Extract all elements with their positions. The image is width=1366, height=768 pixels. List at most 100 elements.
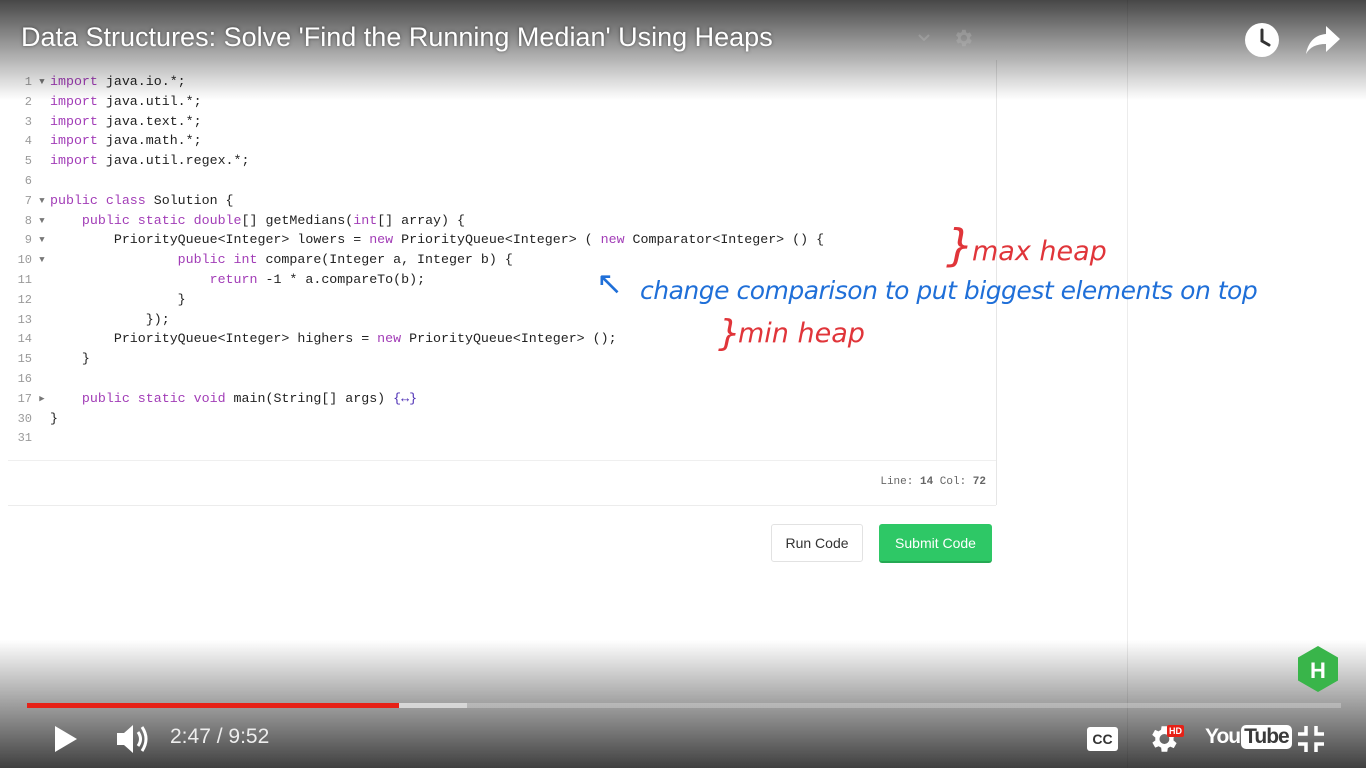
line-number: 16: [17, 372, 32, 386]
fullscreen-exit-icon[interactable]: [1296, 724, 1326, 754]
volume-icon[interactable]: [115, 722, 151, 756]
code-token: PriorityQueue<Integer> lowers =: [50, 232, 370, 248]
youtube-logo[interactable]: You Tube: [1205, 725, 1292, 749]
hd-badge: HD: [1167, 725, 1184, 737]
arrow-annotation: ↖: [596, 264, 623, 302]
min-heap-annotation: min heap: [738, 318, 865, 349]
code-token: PriorityQueue<Integer> highers =: [50, 331, 378, 347]
code-keyword: import: [50, 133, 98, 149]
fold-toggle-icon[interactable]: ▼: [36, 250, 48, 270]
editor-settings-icon: [956, 29, 972, 47]
code-text: }: [50, 290, 186, 310]
line-number: 11: [17, 273, 32, 287]
code-text: public static double[] getMedians(int[] …: [50, 211, 465, 231]
code-line[interactable]: 7 ▼ public class Solution {: [8, 191, 996, 211]
line-number: 7: [24, 193, 32, 208]
line-number: 14: [17, 332, 32, 347]
code-text: PriorityQueue<Integer> lowers = new Prio…: [50, 230, 824, 250]
line-number: 5: [24, 154, 32, 169]
code-token: java.util.regex.*;: [97, 153, 250, 169]
code-keyword: {↔}: [393, 390, 418, 406]
max-heap-annotation: max heap: [972, 236, 1107, 267]
line-label: Line:: [880, 476, 914, 488]
run-code-button[interactable]: Run Code: [771, 524, 863, 562]
code-token: -1 * a.compareTo(b);: [257, 272, 426, 287]
cc-label: CC: [1092, 731, 1113, 747]
code-line[interactable]: 30}: [8, 409, 996, 429]
submit-code-button[interactable]: Submit Code: [879, 524, 992, 563]
duration: 9:52: [228, 725, 270, 748]
time-display: 2:47 / 9:52: [170, 725, 269, 749]
code-line[interactable]: 9 ▼ PriorityQueue<Integer> lowers = new P…: [8, 230, 996, 250]
time-separator: /: [216, 725, 223, 748]
code-keyword: public int: [177, 252, 258, 268]
col-value: 72: [972, 476, 986, 488]
chevron-down-icon: [918, 34, 930, 42]
code-line[interactable]: 15 }: [8, 349, 996, 369]
code-keyword: new: [600, 232, 625, 248]
line-number: 31: [17, 431, 32, 446]
code-line[interactable]: 4 import java.math.*;: [8, 131, 996, 151]
code-line[interactable]: 17 ▶ public static void main(String[] arg…: [8, 389, 996, 409]
code-editor[interactable]: 1▼import java.io.*;2import java.util.*;3…: [8, 60, 996, 460]
code-text: import java.util.regex.*;: [50, 151, 250, 171]
code-token: [] array) {: [377, 212, 465, 228]
share-icon[interactable]: [1305, 24, 1341, 56]
code-keyword: new: [377, 331, 402, 347]
code-keyword: new: [369, 232, 394, 248]
code-token: main(String[] args): [225, 390, 394, 406]
cursor-position: Line: 14 Col: 72: [880, 476, 986, 488]
code-token: }: [50, 351, 90, 367]
fold-toggle-icon[interactable]: ▼: [36, 191, 48, 211]
line-number: 9: [24, 233, 32, 248]
code-line[interactable]: 6: [8, 171, 996, 191]
captions-button[interactable]: CC: [1087, 727, 1118, 751]
line-number: 13: [17, 312, 32, 327]
code-line[interactable]: 8 ▼ public static double[] getMedians(int…: [8, 211, 996, 231]
code-keyword: public class: [50, 192, 146, 208]
line-value: 14: [919, 476, 934, 488]
code-line[interactable]: 3 import java.text.*;: [8, 112, 996, 132]
fold-toggle-icon[interactable]: ▼: [36, 211, 48, 231]
hackerrank-logo-icon: H: [1298, 646, 1338, 692]
change-comparison-annotation: change comparison to put biggest element…: [640, 276, 1258, 305]
code-keyword: public static void: [81, 390, 226, 406]
line-number: 15: [17, 352, 32, 367]
code-token: java.math.*;: [97, 133, 202, 149]
code-line[interactable]: 10 ▼ public int compare(Integer a, Intege…: [8, 250, 996, 270]
clock-icon[interactable]: [1244, 22, 1280, 58]
code-text: public class Solution {: [50, 191, 234, 211]
code-token: PriorityQueue<Integer> (: [393, 232, 601, 248]
max-heap-brace: }: [946, 220, 974, 271]
code-keyword: return: [209, 272, 258, 287]
line-number: 12: [17, 292, 32, 307]
code-token: java.text.*;: [97, 113, 202, 129]
code-token: PriorityQueue<Integer> ();: [401, 331, 617, 347]
code-token: compare(Integer a, Integer b) {: [257, 252, 513, 268]
run-code-label: Run Code: [785, 535, 849, 551]
code-text: return -1 * a.compareTo(b);: [50, 270, 425, 290]
play-icon[interactable]: [50, 724, 80, 754]
fold-toggle-icon[interactable]: ▼: [36, 230, 48, 250]
code-keyword: import: [50, 113, 98, 129]
editor-status-bar: Line: 14 Col: 72: [8, 460, 996, 506]
hackerrank-logo-letter: H: [1310, 658, 1326, 683]
fold-toggle-icon[interactable]: ▶: [36, 389, 48, 409]
progress-played[interactable]: [27, 703, 399, 708]
youtube-you: You: [1205, 725, 1241, 748]
code-line[interactable]: 31: [8, 428, 996, 448]
youtube-tube: Tube: [1241, 725, 1292, 749]
code-token: }: [50, 291, 186, 307]
code-line[interactable]: 5 import java.util.regex.*;: [8, 151, 996, 171]
code-line[interactable]: 16: [8, 369, 996, 389]
current-time: 2:47: [170, 725, 211, 748]
video-title[interactable]: Data Structures: Solve 'Find the Running…: [21, 22, 773, 53]
code-keyword: public static: [81, 212, 186, 228]
submit-code-label: Submit Code: [895, 534, 976, 551]
line-number: 3: [24, 114, 32, 129]
